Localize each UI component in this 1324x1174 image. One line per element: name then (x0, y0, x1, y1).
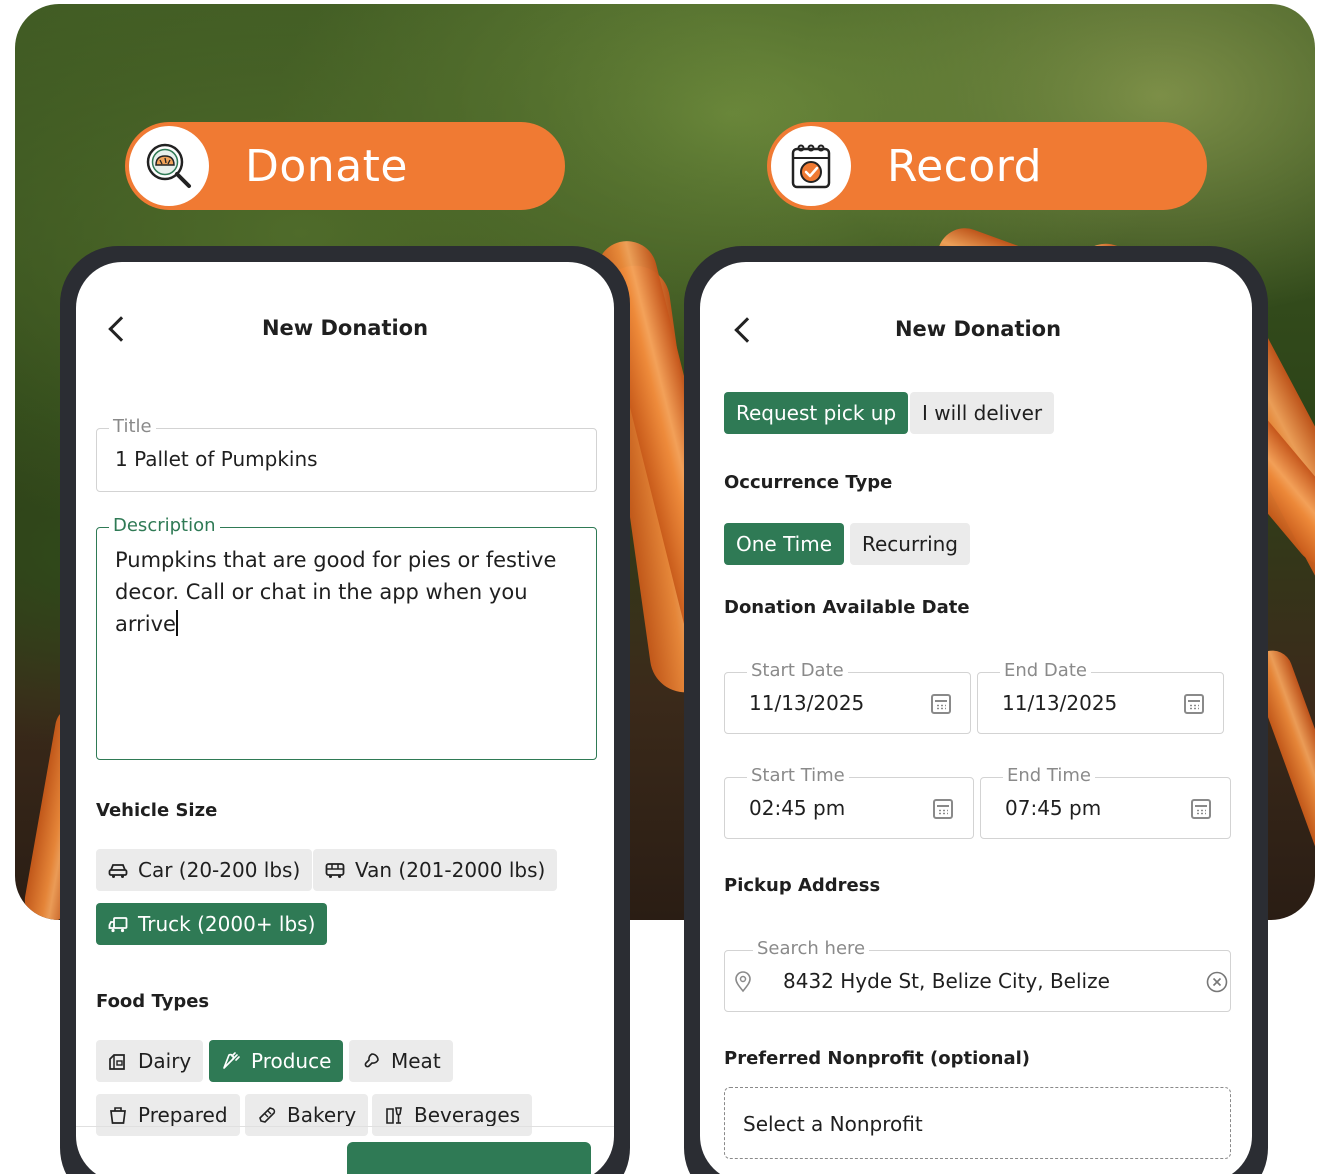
food-dairy-chip[interactable]: Dairy (96, 1040, 204, 1082)
carrot-icon (221, 1051, 241, 1071)
bread-icon (257, 1105, 277, 1125)
end-date-field[interactable]: End Date 11/13/2025 (977, 660, 1224, 734)
truck-icon (108, 914, 128, 934)
start-time-value[interactable]: 02:45 pm (749, 796, 845, 820)
food-prepared-chip[interactable]: Prepared (96, 1094, 240, 1136)
one-time-label: One Time (736, 532, 833, 556)
calendar-icon[interactable] (931, 694, 951, 714)
start-date-value[interactable]: 11/13/2025 (749, 691, 864, 715)
nonprofit-select-placeholder: Select a Nonprofit (743, 1112, 923, 1136)
start-date-label: Start Date (747, 660, 848, 681)
available-date-heading: Donation Available Date (724, 597, 970, 618)
preferred-nonprofit-heading: Preferred Nonprofit (optional) (724, 1048, 1030, 1069)
food-prepared-label: Prepared (138, 1103, 228, 1127)
food-beverages-label: Beverages (414, 1103, 521, 1127)
pickup-address-input[interactable]: 8432 Hyde St, Belize City, Belize (783, 969, 1110, 993)
request-pickup-chip[interactable]: Request pick up (724, 392, 909, 434)
dairy-icon (108, 1051, 128, 1071)
text-cursor (175, 610, 178, 636)
recurring-label: Recurring (862, 532, 958, 556)
food-types-heading: Food Types (96, 991, 210, 1012)
vehicle-van-label: Van (201-2000 lbs) (355, 858, 546, 882)
start-date-field[interactable]: Start Date 11/13/2025 (724, 660, 971, 734)
i-will-deliver-label: I will deliver (922, 401, 1043, 425)
food-meat-chip[interactable]: Meat (349, 1040, 453, 1082)
end-date-value[interactable]: 11/13/2025 (1002, 691, 1117, 715)
submit-button[interactable] (347, 1142, 591, 1174)
right-phone-screen: New Donation Request pick up I will deli… (700, 262, 1252, 1174)
start-time-field[interactable]: Start Time 02:45 pm (724, 765, 974, 839)
vehicle-truck-chip[interactable]: Truck (2000+ lbs) (96, 903, 328, 945)
calendar-check-icon (771, 126, 851, 206)
vehicle-car-chip[interactable]: Car (20-200 lbs) (96, 849, 313, 891)
title-field-label: Title (109, 416, 156, 437)
vehicle-size-heading: Vehicle Size (96, 800, 218, 821)
food-meat-label: Meat (391, 1049, 441, 1073)
recurring-chip[interactable]: Recurring (850, 523, 970, 565)
magnifier-bread-icon (129, 126, 209, 206)
calendar-icon[interactable] (933, 799, 953, 819)
title-field[interactable]: Title 1 Pallet of Pumpkins (96, 416, 597, 492)
page-title: New Donation (894, 317, 1062, 341)
donate-banner: Donate (125, 122, 565, 210)
description-field[interactable]: Description Pumpkins that are good for p… (96, 515, 597, 760)
beverage-icon (384, 1105, 404, 1125)
end-date-label: End Date (1000, 660, 1091, 681)
food-bakery-label: Bakery (287, 1103, 357, 1127)
title-input[interactable]: 1 Pallet of Pumpkins (115, 447, 318, 471)
pickup-address-heading: Pickup Address (724, 875, 881, 896)
description-textarea[interactable]: Pumpkins that are good for pies or festi… (115, 544, 575, 640)
clear-icon[interactable] (1206, 971, 1228, 997)
pickup-address-field[interactable]: Search here 8432 Hyde St, Belize City, B… (724, 938, 1231, 1012)
vehicle-car-label: Car (20-200 lbs) (138, 858, 301, 882)
end-time-label: End Time (1003, 765, 1095, 786)
food-dairy-label: Dairy (138, 1049, 192, 1073)
page-title: New Donation (261, 316, 429, 340)
end-time-field[interactable]: End Time 07:45 pm (980, 765, 1231, 839)
meat-icon (361, 1051, 381, 1071)
calendar-icon[interactable] (1184, 694, 1204, 714)
food-bakery-chip[interactable]: Bakery (245, 1094, 369, 1136)
search-here-label: Search here (753, 938, 870, 959)
record-label: Record (887, 140, 1043, 192)
calendar-icon[interactable] (1191, 799, 1211, 819)
end-time-value[interactable]: 07:45 pm (1005, 796, 1101, 820)
one-time-chip[interactable]: One Time (724, 523, 845, 565)
description-field-label: Description (109, 515, 220, 536)
donate-label: Donate (245, 140, 408, 192)
vehicle-van-chip[interactable]: Van (201-2000 lbs) (313, 849, 558, 891)
food-produce-label: Produce (251, 1049, 332, 1073)
food-beverages-chip[interactable]: Beverages (372, 1094, 533, 1136)
van-icon (325, 860, 345, 880)
container-icon (108, 1105, 128, 1125)
location-pin-icon (733, 971, 753, 997)
start-time-label: Start Time (747, 765, 849, 786)
nonprofit-select[interactable]: Select a Nonprofit (724, 1087, 1231, 1159)
left-phone-screen: New Donation Title 1 Pallet of Pumpkins … (76, 262, 614, 1174)
car-icon (108, 860, 128, 880)
food-produce-chip[interactable]: Produce (209, 1040, 344, 1082)
i-will-deliver-chip[interactable]: I will deliver (910, 392, 1055, 434)
bottom-divider (76, 1126, 614, 1127)
vehicle-truck-label: Truck (2000+ lbs) (138, 912, 316, 936)
request-pickup-label: Request pick up (736, 401, 897, 425)
record-banner: Record (767, 122, 1207, 210)
occurrence-type-heading: Occurrence Type (724, 472, 893, 493)
